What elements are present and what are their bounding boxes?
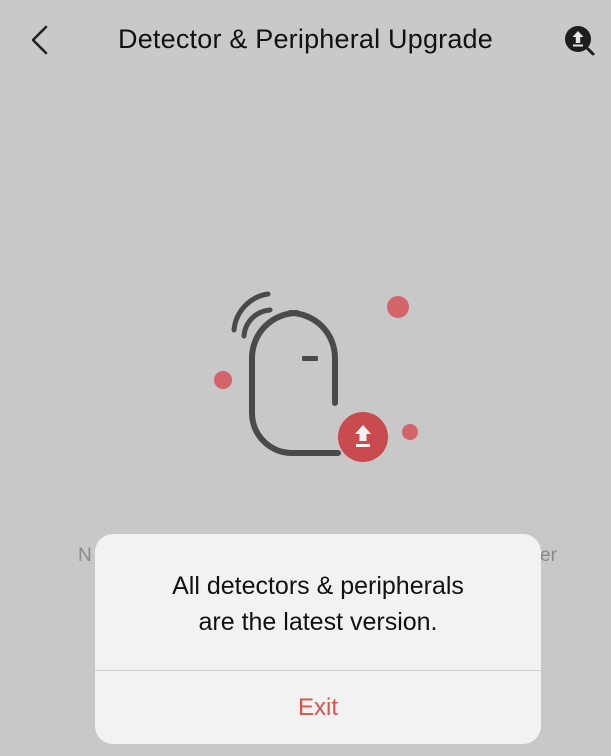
exit-button[interactable]: Exit (95, 671, 541, 744)
upgrade-check-button[interactable] (563, 24, 597, 58)
dialog-message-line1: All detectors & peripherals (172, 572, 464, 600)
upload-search-icon (565, 26, 595, 56)
background-text-left: N (78, 545, 92, 566)
header-bar: Detector & Peripheral Upgrade (0, 0, 611, 78)
dialog-message: All detectors & peripherals are the late… (95, 568, 541, 640)
background-text-right: er (540, 545, 557, 566)
detector-upgrade-illustration (200, 280, 440, 480)
dialog-message-line2: are the latest version. (198, 608, 438, 636)
upgrade-status-dialog: All detectors & peripherals are the late… (95, 534, 541, 744)
page-title: Detector & Peripheral Upgrade (118, 24, 493, 54)
